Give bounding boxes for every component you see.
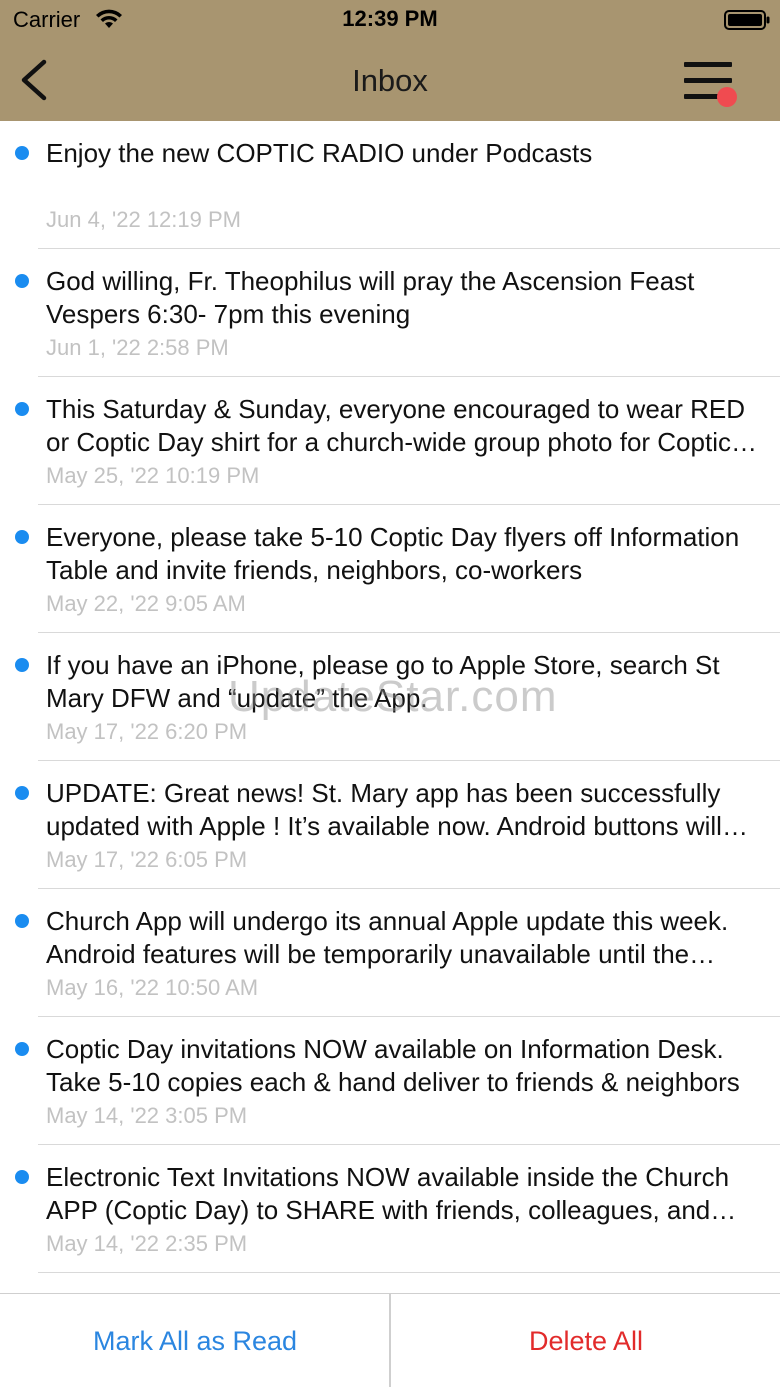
message-date: May 25, '22 10:19 PM: [46, 463, 260, 488]
unread-dot-icon: [15, 1042, 29, 1056]
message-text: Electronic Text Invitations NOW availabl…: [46, 1162, 730, 1225]
message-date: May 16, '22 10:50 AM: [46, 975, 259, 1000]
message-row[interactable]: Coptic Day invitations NOW available on …: [0, 1017, 780, 1145]
message-row[interactable]: Everyone, please take 5-10 Coptic Day fl…: [0, 505, 780, 633]
message-row[interactable]: UPDATE: Great news! St. Mary app has bee…: [0, 761, 780, 889]
battery-icon: [724, 10, 770, 30]
message-text: This Saturday & Sunday, everyone encoura…: [46, 394, 746, 457]
message-text: Everyone, please take 5-10 Coptic Day fl…: [46, 522, 740, 585]
unread-dot-icon: [15, 146, 29, 160]
mark-all-read-button[interactable]: Mark All as Read: [0, 1294, 390, 1387]
message-date: Jun 1, '22 2:58 PM: [46, 335, 229, 360]
message-row[interactable]: This Saturday & Sunday, everyone encoura…: [0, 377, 780, 505]
unread-dot-icon: [15, 786, 29, 800]
unread-dot-icon: [15, 530, 29, 544]
unread-dot-icon: [15, 1170, 29, 1184]
message-text: Church App will undergo its annual Apple…: [46, 906, 729, 969]
message-row[interactable]: Church App will undergo its annual Apple…: [0, 889, 780, 1017]
message-row[interactable]: God willing, Fr. Theophilus will pray th…: [0, 249, 780, 377]
message-date: Jun 4, '22 12:19 PM: [46, 207, 241, 232]
unread-dot-icon: [15, 658, 29, 672]
row-separator: [38, 1272, 780, 1273]
message-list: Enjoy the new COPTIC RADIO under Podcast…: [0, 121, 780, 1273]
page-title: Inbox: [352, 63, 428, 98]
status-bar: Carrier 12:39 PM: [0, 0, 780, 40]
message-row[interactable]: If you have an iPhone, please go to Appl…: [0, 633, 780, 761]
message-text: If you have an iPhone, please go to Appl…: [46, 650, 720, 713]
unread-dot-icon: [15, 402, 29, 416]
message-date: May 17, '22 6:05 PM: [46, 847, 248, 872]
message-date: May 14, '22 3:05 PM: [46, 1103, 248, 1128]
message-row[interactable]: Electronic Text Invitations NOW availabl…: [0, 1145, 780, 1273]
status-time: 12:39 PM: [342, 6, 438, 31]
message-text: Coptic Day invitations NOW available on …: [46, 1034, 740, 1097]
bottom-toolbar: Mark All as Read Delete All: [0, 1293, 780, 1387]
message-row[interactable]: Enjoy the new COPTIC RADIO under Podcast…: [0, 121, 780, 249]
message-date: May 14, '22 2:35 PM: [46, 1231, 248, 1256]
unread-dot-icon: [15, 274, 29, 288]
message-text: God willing, Fr. Theophilus will pray th…: [46, 266, 695, 329]
hamburger-menu-icon[interactable]: [684, 60, 740, 110]
navigation-bar: Inbox: [0, 40, 780, 121]
notification-badge: [717, 87, 737, 107]
app-header: Carrier 12:39 PM Inbox: [0, 0, 780, 121]
message-date: May 22, '22 9:05 AM: [46, 591, 246, 616]
message-date: May 17, '22 6:20 PM: [46, 719, 248, 744]
delete-all-button[interactable]: Delete All: [391, 1294, 780, 1387]
message-text: UPDATE: Great news! St. Mary app has bee…: [46, 778, 722, 841]
message-text: Enjoy the new COPTIC RADIO under Podcast…: [46, 138, 593, 168]
unread-dot-icon: [15, 914, 29, 928]
